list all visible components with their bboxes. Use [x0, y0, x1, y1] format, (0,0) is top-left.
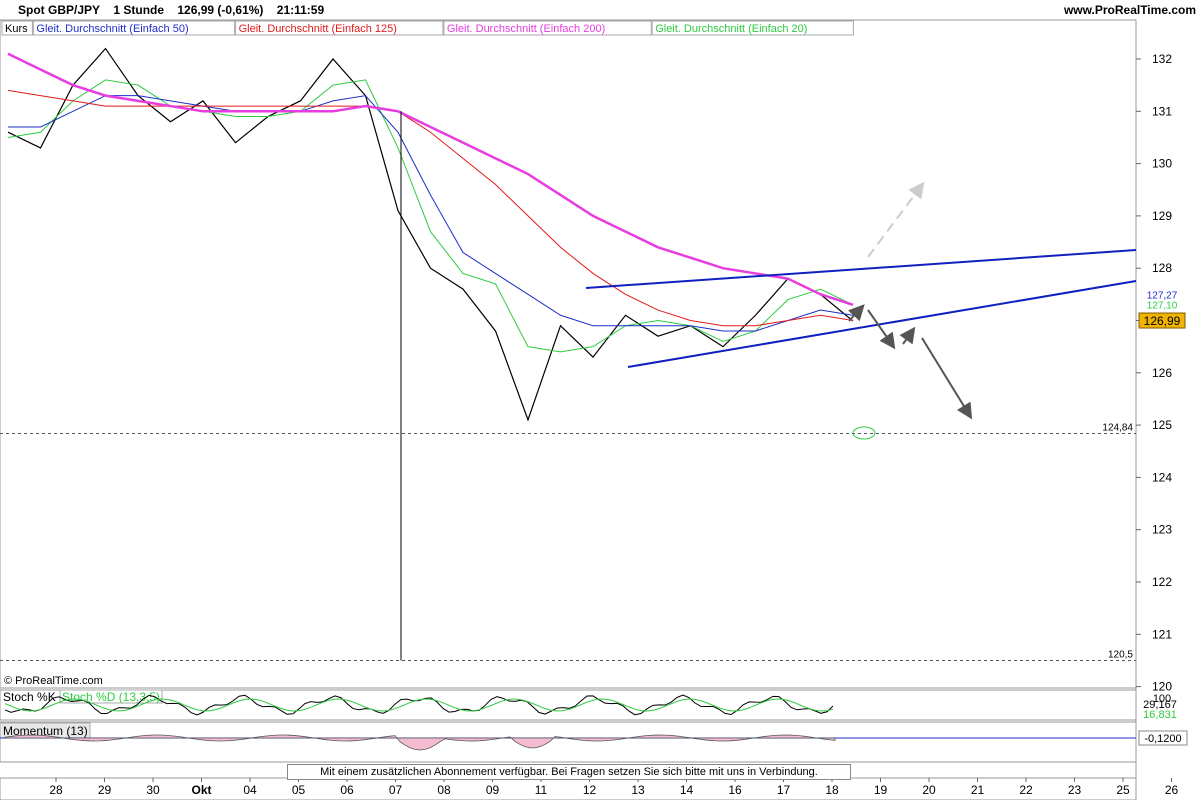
legend-label: Gleit. Durchschnitt (Einfach 125)	[239, 23, 397, 35]
stoch-d-label: Stoch %D (13,3,5)	[62, 690, 160, 704]
time-tick-label: 16	[728, 783, 742, 797]
time-tick-label: 17	[777, 783, 791, 797]
level-label: 124,84	[1102, 422, 1133, 433]
time-tick-label: 08	[437, 783, 451, 797]
time-tick-label: 04	[243, 783, 257, 797]
copyright-label: © ProRealTime.com	[4, 675, 103, 687]
price-chart[interactable]: Kurs Gleit. Durchschnitt (Einfach 50) Glei…	[0, 0, 1200, 800]
time-tick-label: 11	[535, 783, 548, 797]
price-tick-label: 129	[1152, 209, 1172, 223]
time-axis-panel	[0, 777, 1137, 800]
price-tick-label: 131	[1152, 104, 1172, 118]
ma-value-label: 127,10	[1147, 300, 1178, 311]
time-tick-label: 28	[49, 783, 63, 797]
chart-legend: Kurs Gleit. Durchschnitt (Einfach 50) Glei…	[1, 20, 854, 36]
subscription-notice: Mit einem zusätzlichen Abonnement verfüg…	[287, 764, 851, 780]
price-tick-label: 130	[1152, 157, 1172, 171]
momentum-panel[interactable]	[0, 721, 1137, 763]
price-tick-label: 126	[1152, 366, 1172, 380]
time-tick-label: 25	[1116, 783, 1130, 797]
price-tick-label: 125	[1152, 418, 1172, 432]
stoch-k-label: Stoch %K	[3, 690, 56, 704]
price-tick-label: 120	[1152, 680, 1172, 694]
price-tick-label: 128	[1152, 261, 1172, 275]
time-tick-label: 12	[583, 783, 597, 797]
level-label: 120,5	[1108, 649, 1133, 660]
current-price-label: 126,99	[1144, 314, 1181, 328]
time-tick-label: 14	[680, 783, 694, 797]
time-tick-label: 09	[486, 783, 500, 797]
time-tick-label: Okt	[191, 783, 211, 797]
momentum-value: -0,1200	[1144, 733, 1181, 745]
time-tick-label: 22	[1019, 783, 1033, 797]
stoch-panel[interactable]	[0, 689, 1137, 721]
legend-label: Kurs	[5, 23, 28, 35]
time-tick-label: 07	[389, 783, 403, 797]
price-tick-label: 122	[1152, 575, 1172, 589]
price-tick-label: 123	[1152, 523, 1172, 537]
time-tick-label: 21	[971, 783, 985, 797]
legend-label: Gleit. Durchschnitt (Einfach 20)	[655, 23, 807, 35]
time-tick-label: 05	[292, 783, 306, 797]
time-tick-label: 13	[631, 783, 645, 797]
time-tick-label: 23	[1068, 783, 1082, 797]
time-tick-label: 26	[1165, 783, 1179, 797]
time-tick-label: 29	[98, 783, 112, 797]
legend-label: Gleit. Durchschnitt (Einfach 50)	[36, 23, 188, 35]
time-tick-label: 19	[874, 783, 888, 797]
time-tick-label: 06	[340, 783, 354, 797]
time-tick-label: 20	[922, 783, 936, 797]
legend-label: Gleit. Durchschnitt (Einfach 200)	[447, 23, 605, 35]
stoch-d-value: 16,831	[1143, 709, 1177, 721]
price-tick-label: 124	[1152, 470, 1172, 484]
time-tick-label: 30	[146, 783, 160, 797]
price-tick-label: 132	[1152, 52, 1172, 66]
time-tick-label: 18	[825, 783, 839, 797]
price-panel[interactable]	[0, 19, 1137, 689]
price-tick-label: 121	[1152, 627, 1172, 641]
